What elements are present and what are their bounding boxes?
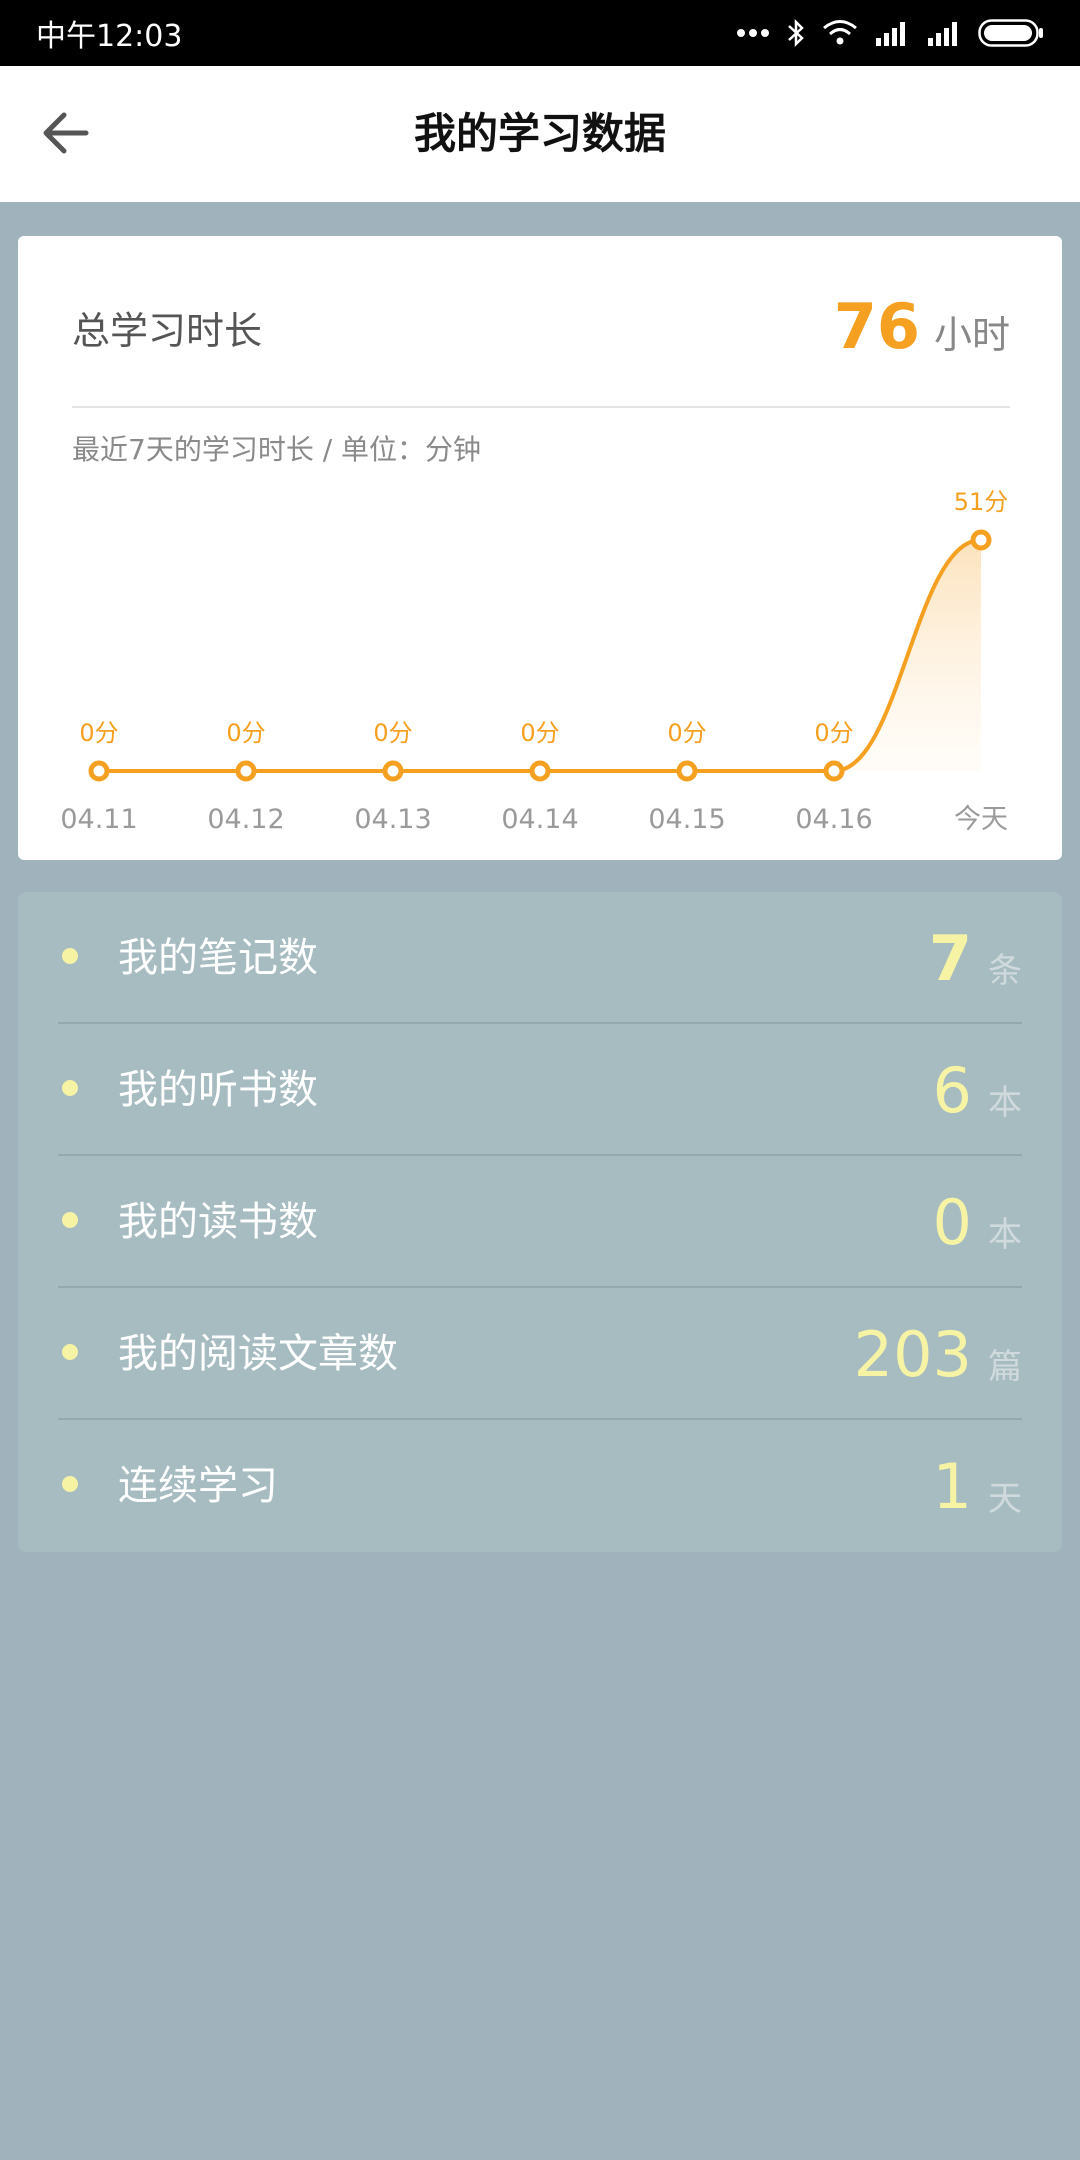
stat-row-articles[interactable]: 我的阅读文章数 203 篇: [58, 1288, 1022, 1420]
chart-data-label: 0分: [226, 719, 265, 747]
stat-value-group: 0 本: [933, 1156, 1022, 1288]
stat-value: 0: [932, 1185, 972, 1259]
status-icons: [736, 18, 1044, 48]
chart-x-tick-label: 04.16: [795, 804, 872, 835]
bullet-dot-icon: [62, 1080, 78, 1096]
stat-value-group: 203 篇: [854, 1288, 1022, 1420]
chart-x-tick-label: 04.11: [60, 804, 137, 835]
stat-row-read-books[interactable]: 我的读书数 0 本: [58, 1156, 1022, 1288]
stat-value-group: 7 条: [929, 892, 1022, 1024]
bullet-dot-icon: [62, 1212, 78, 1228]
arrow-left-icon: [40, 111, 90, 159]
page-title: 我的学习数据: [413, 109, 666, 158]
chart-data-label: 0分: [667, 719, 706, 747]
stat-label: 我的读书数: [118, 1199, 318, 1245]
chart-x-tick-label: 04.13: [354, 804, 431, 835]
stat-value-group: 6 本: [933, 1024, 1022, 1156]
wifi-icon: [822, 19, 858, 47]
chart-x-tick-label: 04.15: [648, 804, 725, 835]
more-dots-icon: [736, 27, 770, 39]
chart-data-label: 51分: [954, 488, 1009, 516]
stat-unit: 本: [988, 1082, 1022, 1123]
stat-label: 我的阅读文章数: [118, 1331, 398, 1377]
back-button[interactable]: [30, 100, 100, 170]
signal-icon: [874, 20, 910, 46]
bullet-dot-icon: [62, 1476, 78, 1492]
stat-row-listened-books[interactable]: 我的听书数 6 本: [58, 1024, 1022, 1156]
chart-data-label: 0分: [814, 719, 853, 747]
stat-value: 203: [853, 1317, 972, 1391]
stat-value-group: 1 天: [933, 1420, 1022, 1552]
bullet-dot-icon: [62, 1344, 78, 1360]
stat-unit: 条: [988, 950, 1022, 991]
stat-value: 6: [932, 1053, 972, 1127]
stat-label: 我的笔记数: [118, 935, 318, 981]
study-time-chart: 0分 04.11 0分 04.12 0分 04.13 0分 04.14 0分 04.15 0分 04.…: [60, 488, 1009, 835]
stat-unit: 篇: [988, 1346, 1022, 1387]
stat-unit: 本: [988, 1214, 1022, 1255]
status-time: 中午12:03: [36, 19, 183, 54]
chart-data-label: 0分: [520, 719, 559, 747]
stats-card: 我的笔记数 7 条 我的听书数 6 本 我的读书数 0 本 我的阅读文章数 20…: [18, 892, 1062, 1552]
chart-point[interactable]: [823, 760, 845, 782]
chart-point[interactable]: [970, 529, 992, 551]
stat-row-streak[interactable]: 连续学习 1 天: [58, 1420, 1022, 1552]
chart-data-label: 0分: [79, 719, 118, 747]
chart-point[interactable]: [235, 760, 257, 782]
stat-label: 我的听书数: [118, 1067, 318, 1113]
battery-icon: [978, 19, 1044, 47]
chart-x-tick-label: 04.14: [501, 804, 578, 835]
stat-value: 1: [932, 1449, 972, 1523]
study-time-card: 总学习时长 76 小时 最近7天的学习时长 / 单位：分钟 0分 04.11 0分 0…: [18, 236, 1062, 860]
nav-bar: 我的学习数据: [0, 66, 1080, 202]
bullet-dot-icon: [62, 948, 78, 964]
stat-label: 连续学习: [118, 1463, 278, 1509]
chart-data-label: 0分: [373, 719, 412, 747]
stat-value: 7: [928, 921, 972, 995]
chart-point[interactable]: [676, 760, 698, 782]
chart-point[interactable]: [88, 760, 110, 782]
chart-point[interactable]: [529, 760, 551, 782]
stat-row-notes[interactable]: 我的笔记数 7 条: [58, 892, 1022, 1024]
chart-x-tick-label: 今天: [954, 804, 1008, 835]
bluetooth-icon: [786, 18, 806, 48]
chart-x-tick-label: 04.12: [207, 804, 284, 835]
stat-unit: 天: [988, 1478, 1022, 1519]
chart-point[interactable]: [382, 760, 404, 782]
status-bar: 中午12:03: [0, 0, 1080, 66]
signal-icon: [926, 20, 962, 46]
